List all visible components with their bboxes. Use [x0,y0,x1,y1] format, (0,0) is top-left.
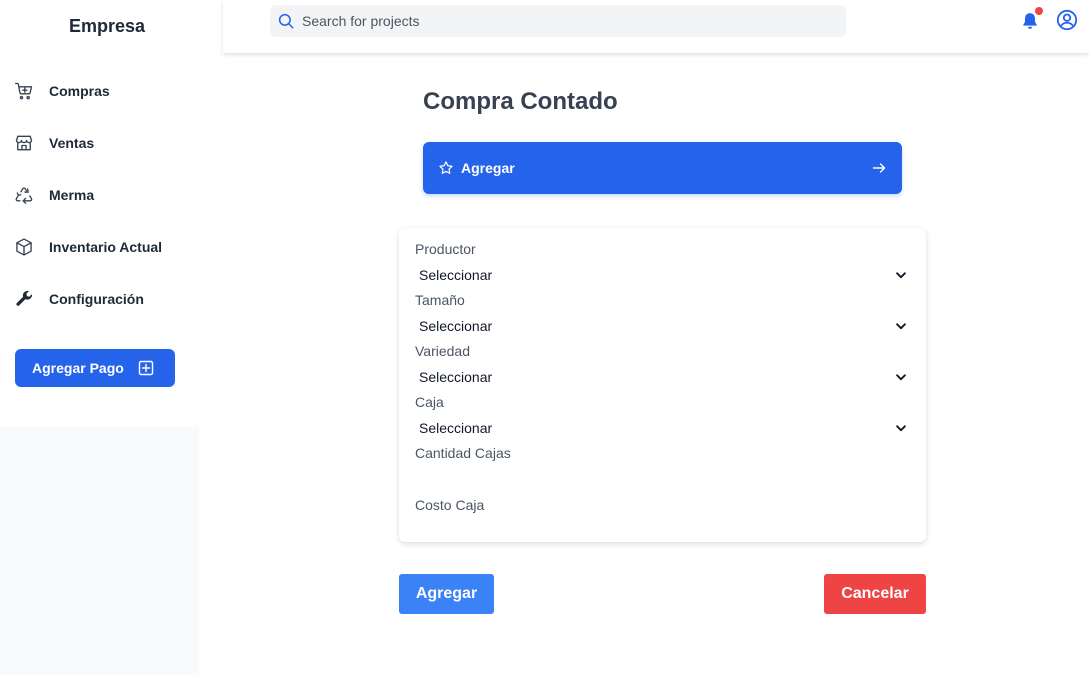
select-value: Seleccionar [419,419,493,436]
store-icon [14,133,34,153]
costo-caja-input[interactable] [415,514,910,548]
productor-label: Productor [415,241,476,257]
star-icon [438,160,454,176]
top-header [223,0,1089,53]
box-icon [14,237,34,257]
recycle-icon [14,185,34,205]
arrow-right-icon [871,160,887,176]
sidebar-item-inventario[interactable]: Inventario Actual [0,221,199,273]
notification-bell[interactable] [1020,7,1043,31]
search-input[interactable] [302,13,822,29]
sidebar-item-label: Merma [49,187,95,203]
caja-select[interactable]: Seleccionar [415,411,910,444]
sidebar-nav: Compras Ventas Merma Inventario Actual C… [0,65,199,325]
sidebar-item-merma[interactable]: Merma [0,169,199,221]
select-value: Seleccionar [419,317,493,334]
add-banner[interactable]: Agregar [423,142,902,194]
plus-square-icon [138,360,154,376]
sidebar-item-label: Ventas [49,135,95,151]
cart-icon [14,81,34,101]
chevron-down-icon [894,421,908,435]
select-value: Seleccionar [419,266,493,283]
page-title: Compra Contado [423,88,618,115]
user-circle-icon [1056,9,1078,31]
add-payment-label: Agregar Pago [32,360,124,376]
chevron-down-icon [894,319,908,333]
tamano-select[interactable]: Seleccionar [415,309,910,342]
variedad-select[interactable]: Seleccionar [415,360,910,393]
sidebar-item-label: Configuración [49,291,144,307]
caja-label: Caja [415,394,444,410]
banner-label: Agregar [461,160,515,176]
purchase-form: Productor Seleccionar Tamaño Seleccionar… [399,228,926,548]
cantidad-cajas-input[interactable] [415,462,910,496]
search-bar [270,5,846,37]
sidebar-item-compras[interactable]: Compras [0,65,199,117]
select-value: Seleccionar [419,368,493,385]
search-icon [277,12,295,30]
sidebar-item-ventas[interactable]: Ventas [0,117,199,169]
tamano-label: Tamaño [415,292,465,308]
brand-title: Empresa [68,16,146,36]
chevron-down-icon [894,268,908,282]
sidebar-item-label: Inventario Actual [49,239,163,255]
costo-caja-label: Costo Caja [415,497,485,513]
wrench-icon [14,289,34,309]
app-root: Empresa Compras Ventas Merma Inventario … [0,0,1089,675]
chevron-down-icon [894,370,908,384]
cancel-button[interactable]: Cancelar [824,574,926,614]
user-profile-button[interactable] [1056,9,1078,31]
variedad-label: Variedad [415,343,471,359]
productor-select[interactable]: Seleccionar [415,258,910,291]
sidebar-item-configuracion[interactable]: Configuración [0,273,199,325]
add-payment-button[interactable]: Agregar Pago [15,349,175,387]
cantidad-cajas-label: Cantidad Cajas [415,445,511,461]
add-button[interactable]: Agregar [399,574,494,614]
sidebar-item-label: Compras [49,83,110,99]
notification-dot [1035,7,1043,15]
